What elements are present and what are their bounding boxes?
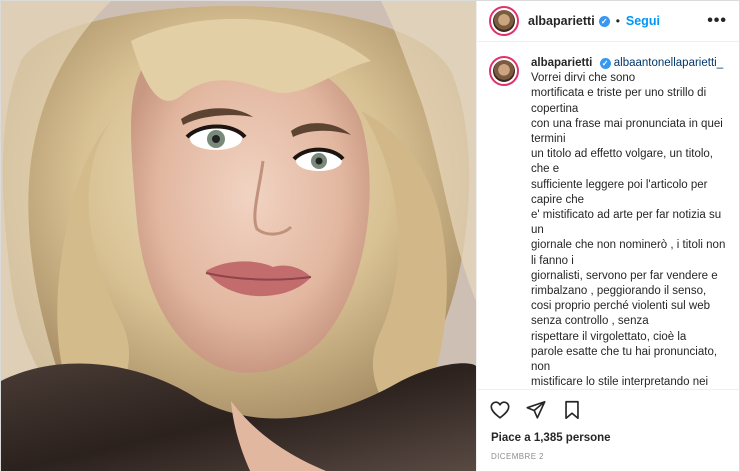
caption-row: albaparietti ✓ albaantonellaparietti_ Vo… — [489, 56, 727, 389]
post-side-panel: albaparietti ✓ • Segui ••• albaparietti … — [476, 1, 739, 471]
more-options-icon[interactable]: ••• — [707, 12, 727, 30]
post-header: albaparietti ✓ • Segui ••• — [477, 1, 739, 42]
caption-line: parole esatte che tu hai pronunciato, no… — [531, 345, 718, 374]
caption-line: rimbalzano , peggiorando il senso, — [531, 285, 707, 298]
caption-line: mortificata e triste per uno strillo di … — [531, 87, 707, 115]
caption-text: albaparietti ✓ albaantonellaparietti_ Vo… — [531, 56, 727, 389]
bookmark-icon[interactable] — [561, 399, 583, 421]
paper-plane-icon[interactable] — [525, 399, 547, 421]
portrait-image — [1, 1, 476, 471]
caption-line: un titolo ad effetto volgare, un titolo,… — [531, 148, 713, 176]
separator-dot: • — [615, 14, 620, 28]
caption-line: mistificare lo stile interpretando nei — [531, 376, 709, 389]
caption-mention[interactable]: albaantonellaparietti_ — [614, 57, 723, 69]
caption-verified-icon: ✓ — [599, 58, 611, 69]
caption-line: con una frase mai pronunciata in quei te… — [531, 117, 723, 146]
post-date[interactable]: DICEMBRE 2 — [477, 444, 739, 471]
author-username[interactable]: albaparietti — [528, 14, 595, 28]
caption-line: rispettare il virgolettato, cioè la — [531, 330, 687, 343]
heart-icon[interactable] — [489, 399, 511, 421]
verified-badge-icon: ✓ — [598, 15, 610, 27]
caption-lines: Vorrei dirvi che sono mortificata e tris… — [531, 71, 727, 389]
caption-line: cosi proprio perché violenti sul web — [531, 300, 710, 313]
caption-avatar[interactable] — [489, 56, 519, 86]
follow-button[interactable]: Segui — [626, 14, 660, 28]
caption-line: giornale che non nominerò , i titoli non… — [531, 239, 726, 267]
caption-line: e' mistificato ad arte per far notizia s… — [531, 209, 722, 237]
likes-count[interactable]: Piace a 1,385 persone — [477, 430, 739, 444]
caption-line: giornalisti, servono per far vendere e — [531, 269, 718, 282]
post-actions — [477, 389, 739, 430]
post-photo[interactable] — [1, 1, 476, 471]
caption-area[interactable]: albaparietti ✓ albaantonellaparietti_ Vo… — [477, 42, 739, 389]
instagram-post: albaparietti ✓ • Segui ••• albaparietti … — [0, 0, 740, 472]
caption-line: Vorrei dirvi che sono — [531, 72, 636, 85]
caption-line: senza controllo , senza — [531, 315, 649, 328]
caption-line: sufficiente leggere poi l'articolo per c… — [531, 178, 708, 206]
caption-username[interactable]: albaparietti — [531, 57, 592, 69]
author-avatar[interactable] — [489, 6, 519, 36]
